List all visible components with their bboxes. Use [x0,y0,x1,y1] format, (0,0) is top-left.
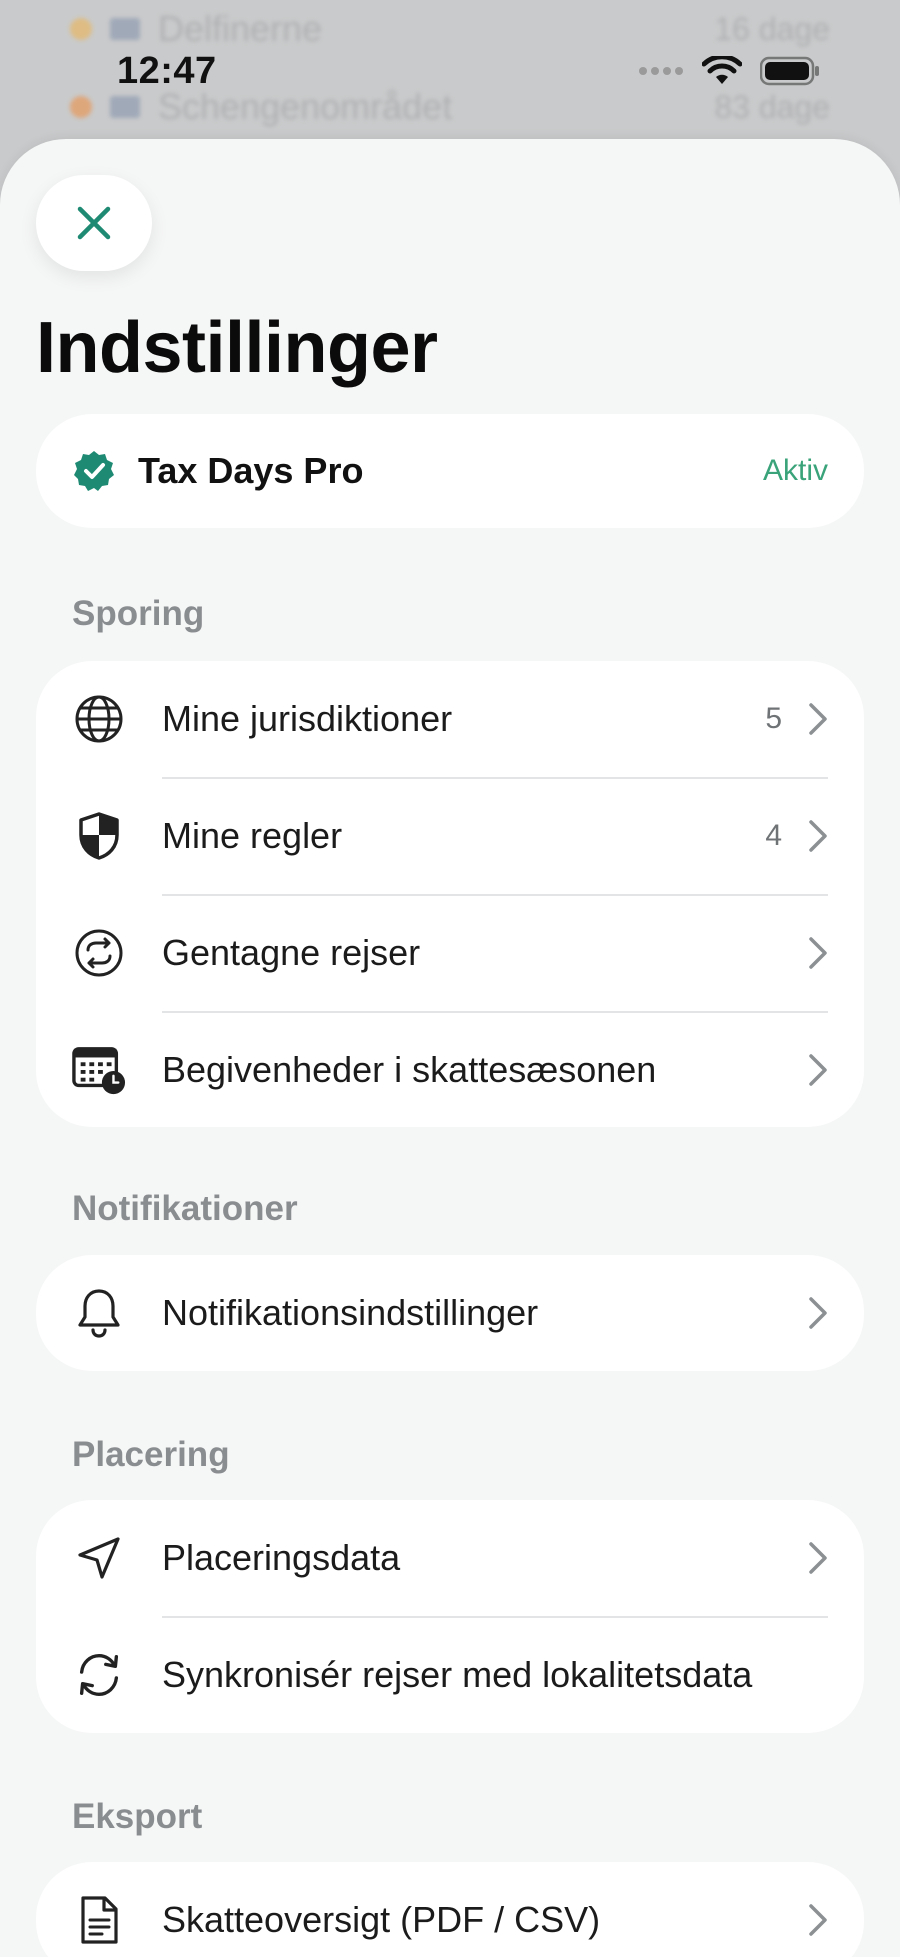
settings-row-label: Synkronisér rejser med lokalitetsdata [162,1654,753,1695]
close-icon [77,206,111,240]
settings-row-label: Gentagne rejser [162,932,421,973]
status-time: 12:47 [117,50,217,92]
settings-row-tax-summary[interactable]: Skatteoversigt (PDF / CSV) [36,1862,864,1957]
bell-icon [72,1286,126,1340]
section-label-location: Placering [72,1435,230,1474]
tracking-card: Mine jurisdiktioner 5 Mine regler 4 Gent… [36,661,864,1127]
calendar-clock-icon [72,1043,126,1097]
document-icon [72,1893,126,1947]
chevron-right-icon [806,699,830,739]
settings-row-notification-settings[interactable]: Notifikationsindstillinger [36,1255,864,1371]
wifi-icon [702,56,742,84]
settings-row-label: Begivenheder i skattesæsonen [162,1049,657,1090]
settings-row-tax-season-events[interactable]: Begivenheder i skattesæsonen [36,1012,864,1128]
page-title: Indstillinger [36,308,438,388]
section-label-tracking: Sporing [72,594,205,633]
section-label-export: Eksport [72,1797,203,1836]
battery-icon [760,56,819,86]
export-card: Skatteoversigt (PDF / CSV) [36,1862,864,1957]
settings-row-sync-trips[interactable]: Synkronisér rejser med lokalitetsdata [36,1617,864,1733]
settings-row-rules[interactable]: Mine regler 4 [36,778,864,894]
repeat-icon [72,926,126,980]
count-badge: 4 [765,819,782,852]
notifications-card: Notifikationsindstillinger [36,1255,864,1371]
settings-row-label: Placeringsdata [162,1537,401,1578]
chevron-right-icon [806,816,830,856]
close-button[interactable] [36,175,152,271]
settings-sheet: Indstillinger Tax Days Pro Aktiv Sporing… [0,139,900,1957]
chevron-right-icon [806,1050,830,1090]
chevron-right-icon [806,1900,830,1940]
settings-row-jurisdictions[interactable]: Mine jurisdiktioner 5 [36,661,864,777]
section-label-notifications: Notifikationer [72,1189,298,1228]
chevron-right-icon [806,1293,830,1333]
subscription-status: Aktiv [762,454,828,487]
subscription-card[interactable]: Tax Days Pro Aktiv [36,414,864,528]
chevron-right-icon [806,933,830,973]
settings-row-label: Notifikationsindstillinger [162,1292,539,1333]
status-bar: 12:47 [0,0,900,140]
settings-row-location-data[interactable]: Placeringsdata [36,1500,864,1616]
sync-icon [72,1648,126,1702]
location-card: Placeringsdata Synkronisér rejser med lo… [36,1500,864,1733]
location-arrow-icon [72,1531,126,1585]
subscription-name: Tax Days Pro [138,450,364,491]
cellular-dots-icon [639,67,683,75]
verified-badge-icon [74,451,114,491]
chevron-right-icon [806,1538,830,1578]
count-badge: 5 [765,702,782,735]
shield-icon [72,809,126,863]
settings-row-label: Mine regler [162,815,343,856]
status-icons [638,56,820,86]
settings-row-label: Mine jurisdiktioner [162,698,453,739]
globe-icon [72,692,126,746]
settings-row-label: Skatteoversigt (PDF / CSV) [162,1899,601,1940]
settings-row-recurring-trips[interactable]: Gentagne rejser [36,895,864,1011]
